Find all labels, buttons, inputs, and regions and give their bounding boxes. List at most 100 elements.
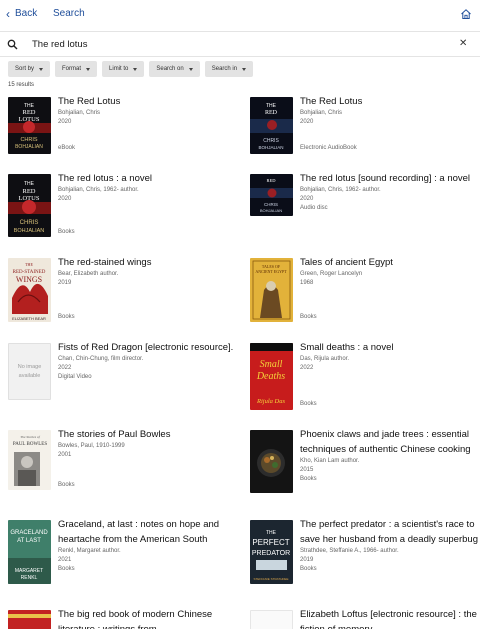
book-cover: THE RED CHRIS BOHJALIAN (250, 97, 293, 154)
result-author: Bohjalian, Chris, 1962- author. (300, 187, 381, 193)
book-cover: RED CHRIS BOHJALIAN (250, 174, 293, 216)
cover-text: THE (25, 262, 33, 267)
result-info: The Red Lotus Bohjalian, Chris 2020 (300, 94, 480, 127)
cover-text: BOHJALIAN (258, 145, 283, 150)
cover-text: ELIZABETH BEAR (12, 316, 46, 321)
result-format: Books (58, 482, 75, 488)
result-title[interactable]: Elizabeth Loftus [electronic resource] :… (300, 607, 480, 629)
result-title[interactable]: The stories of Paul Bowles (58, 427, 238, 442)
cover-text: ANCIENT EGYPT (255, 269, 287, 274)
result-title[interactable]: Graceland, at last : notes on hope and h… (58, 517, 238, 547)
result-info: The red lotus : a novel Bohjalian, Chris… (58, 171, 238, 204)
result-info: Phoenix claws and jade trees : essential… (300, 427, 480, 484)
book-cover: The Stories of PAUL BOWLES (8, 430, 51, 490)
book-cover (250, 610, 293, 629)
result-info: The red lotus [sound recording] : a nove… (300, 171, 480, 213)
result-title[interactable]: The Red Lotus (300, 94, 480, 109)
result-title[interactable]: Tales of ancient Egypt (300, 255, 480, 270)
result-format: Books (58, 314, 75, 320)
cover-text: CHRIS (20, 220, 39, 226)
cover-text: BOHJALIAN (14, 228, 45, 234)
book-cover (250, 430, 293, 493)
book-cover: Small Deaths Rijula Das (250, 343, 293, 410)
book-cover: THE RED-STAINED WINGS ELIZABETH BEAR (8, 258, 51, 322)
result-year: 2022 (58, 365, 72, 371)
cover-text: PREDATOR (252, 550, 290, 557)
cover-text: WINGS (16, 275, 42, 284)
result-author: Bear, Elizabeth author. (58, 271, 119, 277)
result-year: 2019 (300, 557, 314, 563)
cover-text: BOHJALIAN (15, 144, 43, 150)
result-author: Green, Roger Lancelyn (300, 271, 363, 277)
cover-text: PERFECT (252, 538, 289, 547)
result-author: Das, Rijula author. (300, 356, 350, 362)
result-year: 2020 (300, 196, 314, 202)
result-format: Books (300, 476, 317, 482)
cover-text: GRACELAND (10, 530, 48, 536)
cover-text: CHRIS (20, 137, 37, 143)
result-title[interactable]: Phoenix claws and jade trees : essential… (300, 427, 480, 457)
cover-text: BOHJALIAN (260, 208, 282, 213)
result-format: Books (300, 566, 317, 572)
result-title[interactable]: The red lotus [sound recording] : a nove… (300, 171, 480, 186)
result-author: Bohjalian, Chris (58, 110, 101, 116)
result-year: 2015 (300, 467, 314, 473)
result-author: Kho, Kian Lam author. (300, 458, 360, 464)
result-year: 2020 (58, 119, 72, 125)
result-format: Books (58, 229, 75, 235)
cover-text: LOTUS (19, 116, 40, 123)
cover-text: Rijula Das (256, 398, 285, 405)
result-title[interactable]: The red-stained wings (58, 255, 238, 270)
cover-text: MARGARET (15, 568, 43, 574)
result-info: Small deaths : a novel Das, Rijula autho… (300, 340, 480, 373)
cover-text: RED (23, 188, 36, 195)
cover-text: Deaths (256, 371, 285, 382)
result-title[interactable]: The perfect predator : a scientist's rac… (300, 517, 480, 547)
result-year: 1968 (300, 280, 314, 286)
result-author: Bohjalian, Chris (300, 110, 343, 116)
cover-text: PAUL BOWLES (13, 442, 47, 447)
result-author: Bohjalian, Chris, 1962- author. (58, 187, 139, 193)
book-cover: THE RED LOTUS CHRIS BOHJALIAN (8, 97, 51, 154)
no-image-placeholder: No image available (8, 343, 51, 400)
result-info: Tales of ancient Egypt Green, Roger Lanc… (300, 255, 480, 288)
result-title[interactable]: The big red book of modern Chinese liter… (58, 607, 238, 629)
result-format: Books (300, 401, 317, 407)
result-format: eBook (58, 145, 76, 151)
result-author: Strathdee, Steffanie A., 1966- author. (300, 548, 399, 554)
result-title[interactable]: Fists of Red Dragon [electronic resource… (58, 340, 238, 355)
result-title[interactable]: The Red Lotus (58, 94, 238, 109)
result-title[interactable]: Small deaths : a novel (300, 340, 480, 355)
result-format: Books (300, 314, 317, 320)
result-info: The red-stained wings Bear, Elizabeth au… (58, 255, 238, 288)
result-year: 2020 (58, 196, 72, 202)
book-cover: GRACELAND AT LAST MARGARET RENKL (8, 520, 51, 584)
cover-text: THE (266, 103, 277, 109)
result-info: Elizabeth Loftus [electronic resource] :… (300, 607, 480, 629)
result-info: The perfect predator : a scientist's rac… (300, 517, 480, 574)
result-year: 2001 (58, 452, 72, 458)
cover-text: CHRIS (264, 202, 278, 207)
cover-text: RED (267, 178, 277, 183)
cover-text: THE (266, 530, 277, 536)
cover-text: The Stories of (20, 435, 40, 439)
result-info: The Red Lotus Bohjalian, Chris 2020 (58, 94, 238, 127)
cover-text: STEFFANIE STRATHDEE (253, 577, 288, 581)
result-year: 2022 (300, 365, 314, 371)
result-info: Graceland, at last : notes on hope and h… (58, 517, 238, 574)
cover-text: RED (23, 109, 36, 116)
results-list: THE RED LOTUS CHRIS BOHJALIAN The Red Lo… (0, 0, 480, 629)
cover-text: THE (24, 181, 35, 187)
result-author: Bowles, Paul, 1910-1999 (58, 443, 125, 449)
result-year: 2021 (58, 557, 72, 563)
result-format: Digital Video (58, 374, 92, 380)
result-info: The big red book of modern Chinese liter… (58, 607, 238, 629)
book-cover (8, 610, 51, 629)
cover-text: CHRIS (263, 138, 279, 144)
result-title[interactable]: The red lotus : a novel (58, 171, 238, 186)
book-cover: THE RED LOTUS CHRIS BOHJALIAN (8, 174, 51, 237)
cover-text: AT LAST (17, 538, 41, 544)
result-author: Chan, Chin-Chung, film director. (58, 356, 144, 362)
cover-text: RED (265, 110, 278, 116)
result-info: The stories of Paul Bowles Bowles, Paul,… (58, 427, 238, 460)
